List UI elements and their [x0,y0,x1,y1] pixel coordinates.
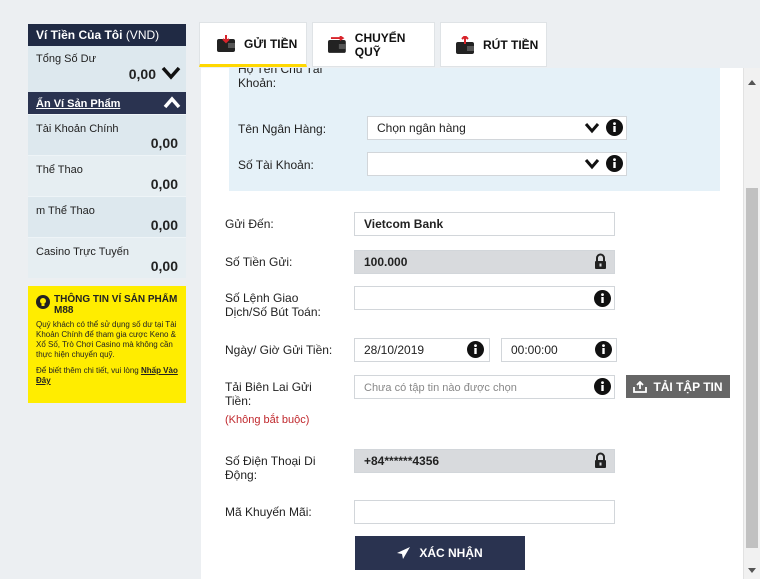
scroll-gutter-top [743,0,760,68]
account-holder-label: Họ Tên Chủ Tài Khoản: [238,68,323,90]
wallet-item-label: Casino Trực Tuyến [36,246,129,258]
info-title-text: THÔNG TIN VÍ SẢN PHẨM M88 [54,294,178,316]
wallet-item-value: 0,00 [150,258,178,274]
wallet-item-value: 0,00 [150,217,178,233]
wallet-header: Ví Tiền Của Tôi (VND) [28,24,186,46]
wallet-panel: Ví Tiền Của Tôi (VND) Tổng Số Dư 0,00 Ẩn… [28,24,186,278]
wallet-item: Thể Thao 0,00 [28,155,186,196]
upload-tray-icon [633,380,648,393]
scroll-up-icon[interactable] [748,80,756,85]
datetime-label: Ngày/ Giờ Gửi Tiền: [225,343,333,357]
lock-icon [595,253,606,269]
wallet-item: Tài Khoản Chính 0,00 [28,114,186,155]
chevron-down-icon[interactable] [584,158,600,170]
promo-label: Mã Khuyến Mãi: [225,505,312,519]
receipt-placeholder: Chưa có tập tin nào được chọn [364,382,517,394]
info-icon[interactable] [467,341,484,358]
tab-deposit[interactable]: GỬI TIỀN [199,22,307,67]
hide-wallet-link[interactable]: Ẩn Ví Sản Phẩm [36,98,120,110]
info-body: Quý khách có thể sử dụng số dư tại Tài K… [36,320,177,359]
submit-button[interactable]: XÁC NHẬN [355,536,525,570]
upload-file-label: TẢI TẬP TIN [653,379,723,394]
info-title: THÔNG TIN VÍ SẢN PHẨM M88 [36,294,178,316]
info-icon[interactable] [606,155,623,172]
bank-name-value: Chọn ngân hàng [377,121,466,135]
wallet-item: m Thể Thao 0,00 [28,196,186,237]
wallet-item-value: 0,00 [150,135,178,151]
receipt-file-input[interactable]: Chưa có tập tin nào được chọn [354,375,615,399]
promo-input[interactable] [354,500,615,524]
lightbulb-icon [36,295,50,309]
wallet-toggle-bar[interactable]: Ẩn Ví Sản Phẩm [28,92,186,114]
bank-name-label: Tên Ngân Hàng: [238,122,327,136]
info-more: Để biết thêm chi tiết, vui lòng Nhấp Vào… [36,366,178,386]
reference-input[interactable] [354,286,615,310]
reference-label: Số Lệnh Giao Dịch/Số Bút Toán: [225,291,321,319]
send-to-field: Vietcom Bank [354,212,615,236]
scrollbar-thumb[interactable] [746,188,758,548]
amount-field: 100.000 [354,250,615,274]
wallet-item: Casino Trực Tuyến 0,00 [28,237,186,278]
wallet-item-label: Thể Thao [36,164,83,176]
wallet-item-value: 0,00 [150,176,178,192]
wallet-item-label: Tài Khoản Chính [36,123,119,135]
vertical-scrollbar[interactable] [743,68,760,579]
lock-icon [595,452,606,468]
upload-file-button[interactable]: TẢI TẬP TIN [626,375,730,398]
wallet-title: Ví Tiền Của Tôi [36,28,123,42]
wallet-deposit-icon [217,34,235,52]
tab-withdraw-label: RÚT TIỀN [483,37,539,52]
account-number-label: Số Tài Khoản: [238,158,314,172]
receipt-label: Tải Biên Lai Gửi Tiền: [225,380,312,408]
wallet-item-label: m Thể Thao [36,205,95,217]
info-more-text: Để biết thêm chi tiết, vui lòng [36,366,141,375]
optional-note: (Không bắt buộc) [225,414,310,426]
phone-field: +84******4356 [354,449,615,473]
tab-transfer-label: CHUYỂN QUỸ [354,30,406,59]
phone-label: Số Điện Thoại Di Động: [225,454,316,482]
info-icon[interactable] [606,119,623,136]
chevron-down-icon[interactable] [160,64,182,82]
wallet-total-label: Tổng Số Dư [36,53,96,65]
send-arrow-icon [397,546,411,559]
scroll-down-icon[interactable] [748,568,756,573]
send-to-label: Gửi Đến: [225,217,274,231]
wallet-info-box: THÔNG TIN VÍ SẢN PHẨM M88 Quý khách có t… [28,286,186,403]
info-icon[interactable] [595,341,612,358]
tab-transfer[interactable]: CHUYỂN QUỸ [312,22,435,67]
tab-deposit-label: GỬI TIỀN [244,36,298,51]
wallet-withdraw-icon [456,35,474,54]
tab-withdraw[interactable]: RÚT TIỀN [440,22,547,67]
chevron-up-icon[interactable] [162,95,182,111]
bank-details-block: Họ Tên Chủ Tài Khoản: Tên Ngân Hàng: Chọ… [229,68,720,191]
wallet-total-row[interactable]: Tổng Số Dư 0,00 [28,46,186,92]
submit-label: XÁC NHẬN [419,546,483,560]
amount-label: Số Tiền Gửi: [225,255,293,269]
wallet-currency: (VND) [125,28,160,42]
chevron-down-icon[interactable] [584,122,600,134]
info-icon[interactable] [594,290,611,307]
deposit-form: Họ Tên Chủ Tài Khoản: Tên Ngân Hàng: Chọ… [201,68,743,579]
wallet-transfer-icon [327,35,346,53]
info-icon[interactable] [594,378,611,395]
wallet-total-value: 0,00 [128,66,156,82]
